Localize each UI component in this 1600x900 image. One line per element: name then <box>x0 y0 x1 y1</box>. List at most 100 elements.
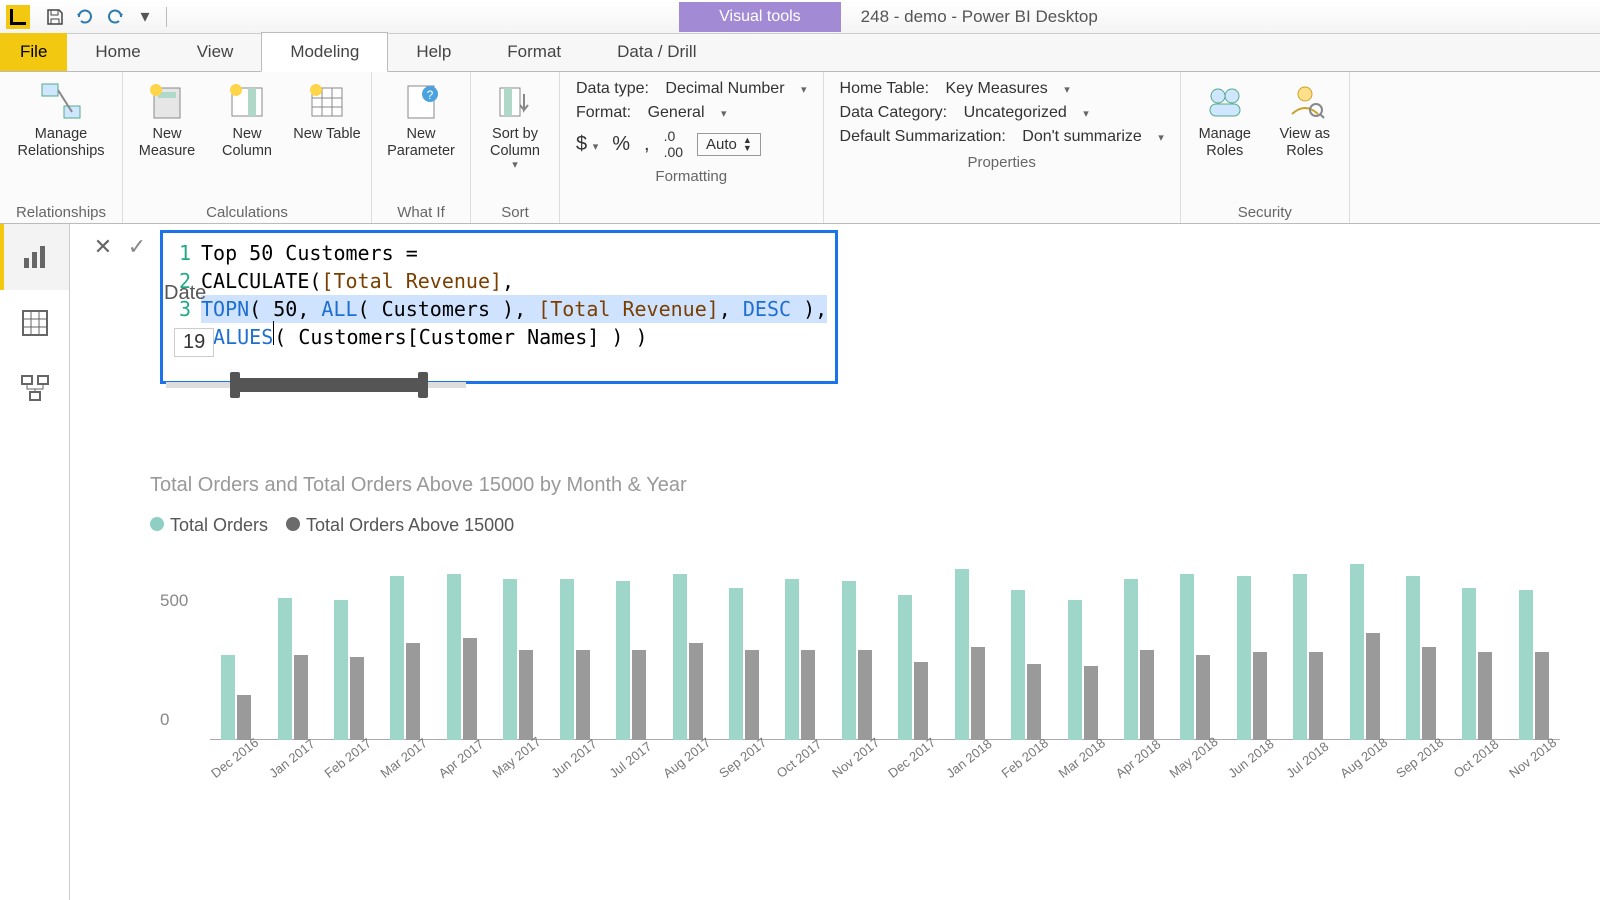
bar[interactable] <box>673 574 687 740</box>
x-tick-label: Nov 2017 <box>829 735 882 781</box>
comma-button[interactable]: , <box>644 133 650 156</box>
relationships-icon <box>40 80 82 122</box>
bar[interactable] <box>1068 600 1082 740</box>
format-dropdown[interactable]: Format: General ▾ <box>576 104 807 122</box>
datatype-dropdown[interactable]: Data type: Decimal Number ▾ <box>576 80 807 98</box>
bar[interactable] <box>519 650 533 740</box>
bar[interactable] <box>1011 590 1025 740</box>
sort-by-column-button[interactable]: Sort by Column▾ <box>477 76 553 176</box>
bar[interactable] <box>1309 652 1323 740</box>
formula-bar[interactable]: 1Top 50 Customers = 2CALCULATE( [Total R… <box>160 230 838 384</box>
manage-roles-button[interactable]: Manage Roles <box>1187 76 1263 163</box>
bar[interactable] <box>898 595 912 740</box>
slider-handle-right[interactable] <box>418 372 428 398</box>
bar[interactable] <box>1253 652 1267 740</box>
x-tick-label: Mar 2018 <box>1055 735 1108 781</box>
bar[interactable] <box>560 579 574 741</box>
view-as-roles-button[interactable]: View as Roles <box>1267 76 1343 163</box>
tab-drill[interactable]: Data / Drill <box>589 33 724 71</box>
bar[interactable] <box>1350 564 1364 740</box>
bar[interactable] <box>406 643 420 740</box>
bar[interactable] <box>576 650 590 740</box>
roles-icon <box>1204 80 1246 122</box>
model-view-button[interactable] <box>0 356 69 422</box>
bar[interactable] <box>1535 652 1549 740</box>
bar[interactable] <box>955 569 969 740</box>
bar[interactable] <box>447 574 461 740</box>
bar[interactable] <box>1422 647 1436 740</box>
bar[interactable] <box>390 576 404 740</box>
bar[interactable] <box>689 643 703 740</box>
summarization-dropdown[interactable]: Default Summarization: Don't summarize ▾ <box>840 128 1164 146</box>
bar[interactable] <box>1027 664 1041 740</box>
bar[interactable] <box>1140 650 1154 740</box>
ribbon-tabs: File Home View Modeling Help Format Data… <box>0 34 1600 72</box>
slider-handle-left[interactable] <box>230 372 240 398</box>
undo-icon[interactable] <box>72 4 98 30</box>
tab-modeling[interactable]: Modeling <box>261 32 388 72</box>
bar[interactable] <box>616 581 630 740</box>
bar[interactable] <box>278 598 292 741</box>
home-table-dropdown[interactable]: Home Table: Key Measures ▾ <box>840 80 1164 98</box>
currency-button[interactable]: $ ▾ <box>576 133 598 156</box>
bar[interactable] <box>858 650 872 740</box>
group-label-properties: Properties <box>830 150 1174 173</box>
bar[interactable] <box>503 579 517 741</box>
bar[interactable] <box>294 655 308 741</box>
redo-icon[interactable] <box>102 4 128 30</box>
bar[interactable] <box>785 579 799 741</box>
legend-dot-grey <box>286 517 300 531</box>
bar[interactable] <box>1084 666 1098 740</box>
bar[interactable] <box>1406 576 1420 740</box>
decimal-places-input[interactable]: Auto▲▼ <box>697 133 761 156</box>
cancel-formula-button[interactable]: ✕ <box>86 230 120 264</box>
slicer-value[interactable]: 19 <box>174 328 214 357</box>
bar[interactable] <box>1519 590 1533 740</box>
percent-button[interactable]: % <box>612 133 630 156</box>
bar[interactable] <box>221 655 235 741</box>
report-view-button[interactable] <box>0 224 69 290</box>
data-category-dropdown[interactable]: Data Category: Uncategorized ▾ <box>840 104 1164 122</box>
new-measure-button[interactable]: New Measure <box>129 76 205 163</box>
new-column-button[interactable]: New Column <box>209 76 285 163</box>
tab-format[interactable]: Format <box>479 33 589 71</box>
bar[interactable] <box>1462 588 1476 740</box>
bar[interactable] <box>1180 574 1194 740</box>
tab-help[interactable]: Help <box>388 33 479 71</box>
bar[interactable] <box>1196 655 1210 741</box>
bar[interactable] <box>350 657 364 740</box>
title-bar: ▾ Visual tools 248 - demo - Power BI Des… <box>0 0 1600 34</box>
report-canvas[interactable]: ✕ ✓ 1Top 50 Customers = 2CALCULATE( [Tot… <box>70 224 1600 900</box>
bar[interactable] <box>334 600 348 740</box>
group-label-security: Security <box>1187 200 1343 223</box>
qat-dropdown-icon[interactable]: ▾ <box>132 4 158 30</box>
bar[interactable] <box>1293 574 1307 740</box>
tab-home[interactable]: Home <box>67 33 168 71</box>
bar[interactable] <box>842 581 856 740</box>
new-table-button[interactable]: New Table <box>289 76 365 147</box>
bar[interactable] <box>801 650 815 740</box>
bar[interactable] <box>463 638 477 740</box>
group-label-formatting: Formatting <box>566 164 817 187</box>
x-tick-label: Oct 2018 <box>1451 737 1502 781</box>
bar[interactable] <box>237 695 251 740</box>
save-icon[interactable] <box>42 4 68 30</box>
bar[interactable] <box>729 588 743 740</box>
tab-view[interactable]: View <box>169 33 262 71</box>
manage-relationships-button[interactable]: Manage Relationships <box>6 76 116 163</box>
bar[interactable] <box>1366 633 1380 740</box>
bar[interactable] <box>1478 652 1492 740</box>
bar[interactable] <box>971 647 985 740</box>
bar[interactable] <box>914 662 928 740</box>
bar[interactable] <box>745 650 759 740</box>
commit-formula-button[interactable]: ✓ <box>120 230 154 264</box>
data-view-button[interactable] <box>0 290 69 356</box>
bar[interactable] <box>632 650 646 740</box>
bar[interactable] <box>1124 579 1138 741</box>
tab-file[interactable]: File <box>0 33 67 71</box>
slicer-label: Date <box>164 282 206 305</box>
new-parameter-button[interactable]: ?New Parameter <box>378 76 464 163</box>
decimal-button[interactable]: .0.00 <box>664 128 683 160</box>
column-chart[interactable]: Total Orders and Total Orders Above 1500… <box>150 474 1570 770</box>
bar[interactable] <box>1237 576 1251 740</box>
